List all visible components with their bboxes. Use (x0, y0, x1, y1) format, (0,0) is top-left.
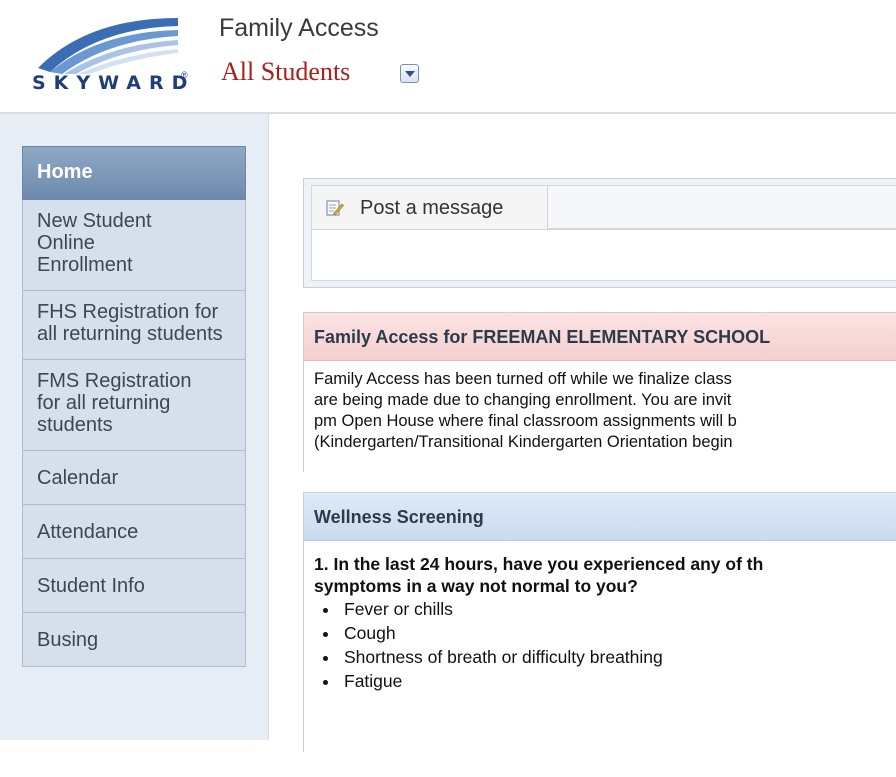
announcement-line: (Kindergarten/Transitional Kindergarten … (314, 433, 733, 451)
post-message-tab[interactable]: Post a message (312, 186, 548, 230)
symptom-item: Cough (340, 621, 896, 645)
announcement-title: Family Access for FREEMAN ELEMENTARY SCH… (304, 313, 896, 361)
edit-note-icon (326, 200, 344, 216)
message-input-area[interactable] (311, 229, 896, 281)
skyward-wordmark: SKYWARD (32, 72, 196, 94)
symptom-item: Shortness of breath or difficulty breath… (340, 645, 896, 669)
sidebar-item-calendar[interactable]: Calendar (22, 451, 246, 505)
sidebar-item-home[interactable]: Home (22, 146, 246, 200)
sidebar-item-fhs-registration[interactable]: FHS Registration for all returning stude… (22, 291, 246, 360)
registered-mark: ® (181, 70, 188, 80)
app-title: Family Access (219, 14, 379, 42)
announcement-panel: Family Access for FREEMAN ELEMENTARY SCH… (303, 312, 896, 487)
sidebar-item-fms-registration[interactable]: FMS Registration for all returning stude… (22, 360, 246, 451)
symptom-item: Fever or chills (340, 597, 896, 621)
chevron-down-icon[interactable] (400, 64, 419, 83)
sidebar-item-student-info[interactable]: Student Info (22, 559, 246, 613)
sidebar-item-busing[interactable]: Busing (22, 613, 246, 667)
announcement-body: Family Access has been turned off while … (304, 361, 896, 487)
header: SKYWARD ® Family Access All Students (0, 0, 896, 112)
message-tab-bar: Post a message (311, 185, 896, 230)
wellness-question: symptoms in a way not normal to you? (314, 576, 638, 596)
announcement-line: Family Access has been turned off while … (314, 370, 732, 388)
symptom-item: Fatigue (340, 669, 896, 693)
sidebar-item-new-student-enrollment[interactable]: New Student Online Enrollment (22, 200, 246, 291)
wellness-question: 1. In the last 24 hours, have you experi… (314, 554, 764, 574)
post-message-panel: Post a message (303, 178, 896, 288)
wellness-title: Wellness Screening (304, 493, 896, 541)
student-selector[interactable]: All Students (221, 57, 350, 87)
sidebar-item-attendance[interactable]: Attendance (22, 505, 246, 559)
sidebar-nav: Home New Student Online Enrollment FHS R… (22, 146, 246, 667)
symptom-list: Fever or chills Cough Shortness of breat… (314, 597, 896, 693)
wellness-body: 1. In the last 24 hours, have you experi… (304, 541, 896, 777)
post-message-label: Post a message (360, 197, 504, 219)
announcement-line: are being made due to changing enrollmen… (314, 391, 732, 409)
announcement-line: pm Open House where final classroom assi… (314, 412, 737, 430)
wellness-panel: Wellness Screening 1. In the last 24 hou… (303, 492, 896, 777)
